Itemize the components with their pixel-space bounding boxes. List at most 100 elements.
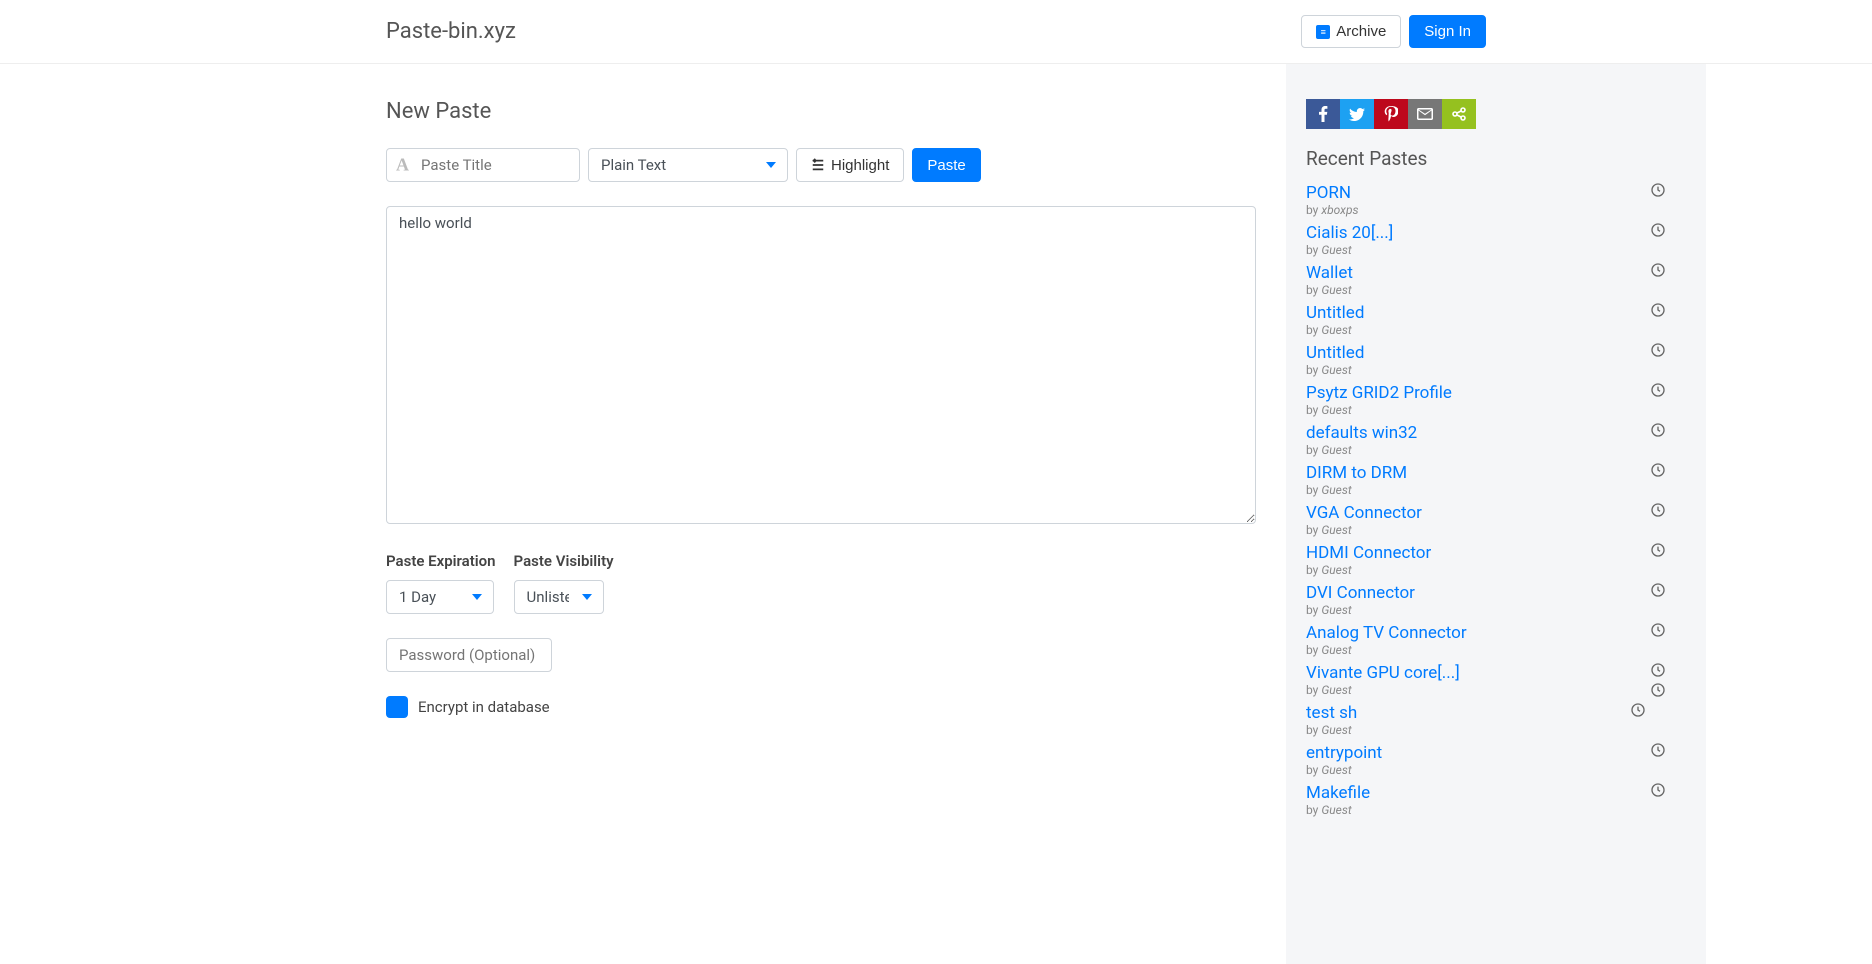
recent-paste-link[interactable]: Psytz GRID2 Profile — [1306, 383, 1686, 403]
recent-paste-author: by Guest — [1306, 403, 1686, 417]
clock-icon — [1650, 622, 1666, 642]
facebook-icon — [1318, 106, 1328, 122]
clock-icon — [1650, 422, 1666, 442]
recent-paste-author: by Guest — [1306, 523, 1686, 537]
recent-paste-author: by Guest — [1306, 483, 1686, 497]
recent-paste-author: by Guest — [1306, 283, 1686, 297]
recent-paste-author: by Guest — [1306, 323, 1686, 337]
clock-icon — [1650, 302, 1666, 322]
recent-paste-link[interactable]: test sh — [1306, 703, 1686, 723]
recent-paste-author: by Guest — [1306, 563, 1686, 577]
syntax-select[interactable]: Plain Text — [588, 148, 788, 182]
recent-paste-item: PORNby xboxps — [1306, 180, 1686, 220]
recent-paste-author: by Guest — [1306, 603, 1686, 617]
clock-icon — [1650, 462, 1666, 482]
clock-icon — [1650, 222, 1666, 242]
highlight-label: Highlight — [831, 157, 889, 174]
page-title: New Paste — [386, 99, 1286, 124]
archive-label: Archive — [1336, 23, 1386, 40]
highlight-icon — [811, 158, 825, 172]
visibility-select[interactable]: Unlisted — [514, 580, 604, 614]
password-input[interactable] — [386, 638, 552, 672]
email-icon — [1417, 108, 1433, 120]
clock-icon — [1650, 382, 1666, 402]
clock-icon — [1650, 582, 1666, 602]
clock-icon — [1650, 182, 1666, 202]
clock-icon — [1650, 262, 1666, 282]
recent-paste-item: defaults win32by Guest — [1306, 420, 1686, 460]
expiration-label: Paste Expiration — [386, 552, 496, 570]
recent-paste-link[interactable]: DVI Connector — [1306, 583, 1686, 603]
recent-paste-link[interactable]: VGA Connector — [1306, 503, 1686, 523]
recent-paste-link[interactable]: PORN — [1306, 183, 1686, 203]
share-row — [1306, 99, 1686, 129]
recent-paste-link[interactable]: Untitled — [1306, 303, 1686, 323]
recent-paste-item: Untitledby Guest — [1306, 300, 1686, 340]
share-twitter-button[interactable] — [1340, 99, 1374, 129]
recent-paste-item: test shby Guest — [1306, 700, 1686, 740]
recent-paste-item: DVI Connectorby Guest — [1306, 580, 1686, 620]
recent-paste-author: by Guest — [1306, 443, 1686, 457]
recent-pastes-title: Recent Pastes — [1306, 147, 1686, 170]
font-icon: A — [396, 155, 409, 176]
twitter-icon — [1349, 108, 1365, 121]
recent-paste-item: Cialis 20[...]by Guest — [1306, 220, 1686, 260]
recent-paste-author: by Guest — [1306, 683, 1686, 697]
encrypt-label: Encrypt in database — [418, 698, 550, 716]
recent-paste-item: DIRM to DRMby Guest — [1306, 460, 1686, 500]
recent-paste-author: by Guest — [1306, 723, 1686, 737]
clock-icon — [1630, 702, 1646, 722]
recent-paste-author: by Guest — [1306, 363, 1686, 377]
archive-button[interactable]: ≡ Archive — [1301, 15, 1401, 48]
recent-paste-item: Vivante GPU core[...]by Guest — [1306, 660, 1686, 700]
recent-paste-link[interactable]: DIRM to DRM — [1306, 463, 1686, 483]
recent-paste-item: HDMI Connectorby Guest — [1306, 540, 1686, 580]
highlight-button[interactable]: Highlight — [796, 148, 904, 182]
recent-paste-author: by Guest — [1306, 243, 1686, 257]
sidebar: Recent Pastes PORNby xboxpsCialis 20[...… — [1286, 64, 1706, 964]
archive-icon: ≡ — [1316, 25, 1330, 39]
recent-paste-item: Psytz GRID2 Profileby Guest — [1306, 380, 1686, 420]
clock-icon — [1650, 662, 1666, 682]
paste-content-textarea[interactable]: hello world — [386, 206, 1256, 524]
recent-paste-item: entrypointby Guest — [1306, 740, 1686, 780]
recent-paste-link[interactable]: Vivante GPU core[...] — [1306, 663, 1686, 683]
share-more-button[interactable] — [1442, 99, 1476, 129]
header: Paste-bin.xyz ≡ Archive Sign In — [0, 0, 1872, 64]
clock-icon — [1650, 502, 1666, 522]
clock-icon — [1650, 542, 1666, 562]
recent-paste-item: Walletby Guest — [1306, 260, 1686, 300]
encrypt-checkbox[interactable] — [386, 696, 408, 718]
recent-paste-author: by Guest — [1306, 763, 1686, 777]
clock-icon — [1650, 782, 1666, 802]
recent-paste-item: VGA Connectorby Guest — [1306, 500, 1686, 540]
share-facebook-button[interactable] — [1306, 99, 1340, 129]
recent-paste-link[interactable]: Makefile — [1306, 783, 1686, 803]
recent-paste-link[interactable]: Cialis 20[...] — [1306, 223, 1686, 243]
share-icon — [1451, 106, 1467, 122]
recent-paste-link[interactable]: Wallet — [1306, 263, 1686, 283]
visibility-label: Paste Visibility — [514, 552, 614, 570]
recent-paste-link[interactable]: entrypoint — [1306, 743, 1686, 763]
paste-title-input[interactable] — [386, 148, 580, 182]
share-email-button[interactable] — [1408, 99, 1442, 129]
recent-paste-link[interactable]: HDMI Connector — [1306, 543, 1686, 563]
paste-submit-button[interactable]: Paste — [912, 148, 980, 182]
expiration-select[interactable]: 1 Day — [386, 580, 494, 614]
recent-paste-item: Analog TV Connectorby Guest — [1306, 620, 1686, 660]
recent-paste-link[interactable]: Untitled — [1306, 343, 1686, 363]
brand-logo[interactable]: Paste-bin.xyz — [386, 19, 516, 44]
recent-paste-author: by xboxps — [1306, 203, 1686, 217]
recent-paste-link[interactable]: defaults win32 — [1306, 423, 1686, 443]
clock-icon — [1650, 742, 1666, 762]
recent-pastes-list: PORNby xboxpsCialis 20[...]by GuestWalle… — [1306, 180, 1686, 820]
recent-paste-item: Makefileby Guest — [1306, 780, 1686, 820]
recent-paste-link[interactable]: Analog TV Connector — [1306, 623, 1686, 643]
clock-icon — [1650, 682, 1666, 702]
recent-paste-author: by Guest — [1306, 643, 1686, 657]
pinterest-icon — [1384, 106, 1398, 122]
share-pinterest-button[interactable] — [1374, 99, 1408, 129]
signin-button[interactable]: Sign In — [1409, 15, 1486, 48]
recent-paste-item: Untitledby Guest — [1306, 340, 1686, 380]
recent-paste-author: by Guest — [1306, 803, 1686, 817]
